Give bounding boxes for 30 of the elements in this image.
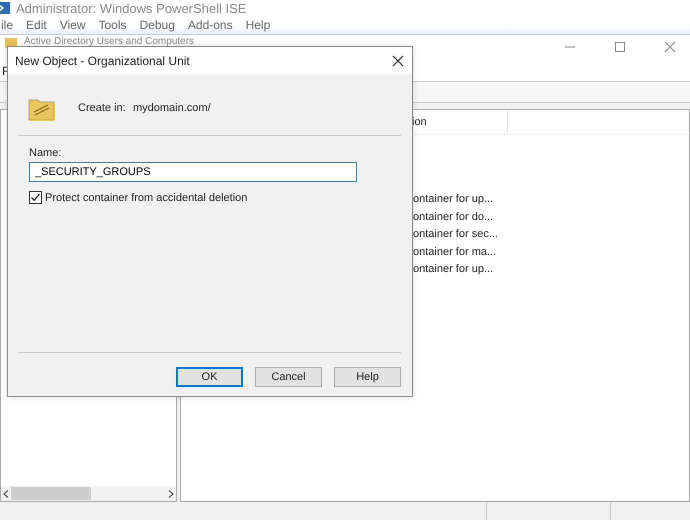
menu-item[interactable]: Help	[246, 18, 270, 32]
window-title: Active Directory Users and Computers	[24, 36, 194, 47]
menu-item[interactable]: Add-ons	[188, 18, 233, 32]
close-icon[interactable]	[392, 54, 404, 66]
table-cell-text: ontainer for do...	[413, 210, 494, 225]
name-field[interactable]: _SECURITY_GROUPS	[29, 162, 357, 182]
maximize-icon[interactable]	[614, 41, 626, 53]
table-cell-text: ontainer for sec...	[413, 227, 499, 242]
create-in-path: mydomain.com/	[133, 102, 211, 114]
powershell-icon	[0, 1, 10, 15]
dialog-button[interactable]: Cancel	[255, 367, 322, 387]
table-cell-text: ontainer for up...	[413, 192, 494, 207]
dialog-button[interactable]: OK	[176, 367, 243, 387]
dialog-title: New Object - Organizational Unit	[15, 54, 190, 68]
scroll-right-icon[interactable]	[168, 490, 174, 498]
dialog-button[interactable]: Help	[334, 367, 401, 387]
menu-item[interactable]: ile	[1, 18, 14, 32]
scroll-left-icon[interactable]	[3, 490, 9, 498]
menu-item[interactable]: View	[60, 18, 86, 32]
create-in-label: Create in:	[78, 102, 127, 114]
menu-item[interactable]: Edit	[26, 18, 47, 32]
window-title: Administrator: Windows PowerShell ISE	[16, 0, 246, 16]
menu-item[interactable]: Tools	[98, 18, 127, 32]
name-label: Name:	[29, 147, 62, 159]
menu-item[interactable]: Debug	[140, 18, 175, 32]
table-cell-text: ontainer for up...	[413, 262, 494, 278]
checkbox-label[interactable]: Protect container from accidental deletion	[45, 192, 248, 204]
table-cell-text: ontainer for ma...	[413, 244, 498, 260]
checkbox[interactable]	[29, 191, 42, 204]
scrollbar[interactable]	[1, 486, 176, 501]
